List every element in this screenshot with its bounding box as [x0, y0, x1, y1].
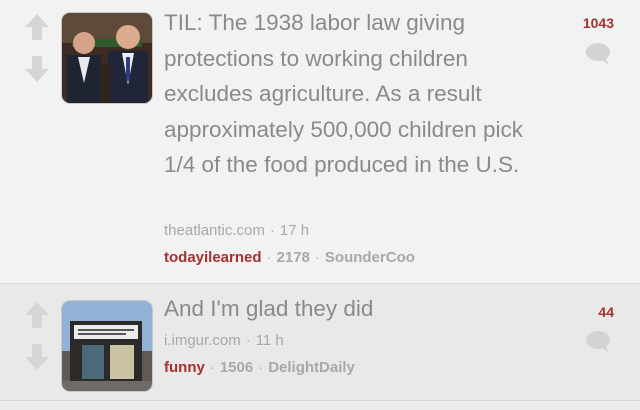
comments-icon[interactable] [585, 42, 611, 66]
post-comment-count: 2178 [276, 249, 310, 266]
post-comment-count: 1506 [219, 359, 254, 376]
post-subreddit[interactable]: todayilearned [164, 249, 262, 266]
post-domain[interactable]: theatlantic.com [164, 222, 265, 239]
thumbnail-image-icon [62, 301, 152, 391]
post-title[interactable]: TIL: The 1938 labor law giving protectio… [164, 5, 544, 183]
post-subreddit[interactable]: funny [164, 359, 205, 376]
post-score: 44 [598, 304, 614, 320]
comments-icon[interactable] [585, 330, 611, 354]
vote-controls [22, 12, 52, 84]
post-domain[interactable]: i.imgur.com [164, 332, 241, 349]
post-meta-info: funny · 1506 · DelightDaily [164, 359, 355, 376]
downvote-arrow-icon[interactable] [22, 342, 52, 372]
post-item[interactable]: And I'm glad they did i.imgur.com · 11 h f… [0, 283, 640, 400]
post-title[interactable]: And I'm glad they did [164, 291, 544, 327]
post-author[interactable]: SounderCoo [325, 249, 415, 266]
post-meta-domain: theatlantic.com · 17 h [164, 222, 310, 239]
upvote-arrow-icon[interactable] [22, 12, 52, 42]
post-thumbnail[interactable] [62, 13, 152, 103]
post-age: 17 h [279, 222, 310, 239]
thumbnail-image-icon [62, 13, 152, 103]
post-age: 11 h [255, 332, 284, 349]
upvote-arrow-icon[interactable] [22, 300, 52, 330]
post-author[interactable]: DelightDaily [268, 359, 355, 376]
post-meta-domain: i.imgur.com · 11 h [164, 332, 284, 349]
post-score: 1043 [582, 15, 614, 31]
downvote-arrow-icon[interactable] [22, 54, 52, 84]
post-item[interactable]: TIL: The 1938 labor law giving protectio… [0, 0, 640, 283]
post-meta-info: todayilearned · 2178 · SounderCoo [164, 249, 415, 266]
post-thumbnail[interactable] [62, 301, 152, 391]
vote-controls [22, 300, 52, 372]
